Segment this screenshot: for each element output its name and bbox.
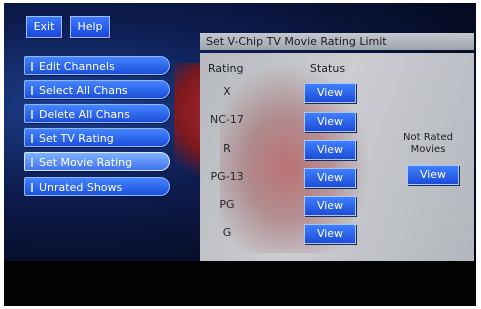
- tv-screen: Exit Help Edit Channels Select All Chans…: [4, 3, 476, 306]
- view-button-r[interactable]: View: [304, 140, 356, 160]
- menu-item-set-tv-rating[interactable]: Set TV Rating: [24, 128, 170, 147]
- rating-label-r: R: [223, 142, 231, 155]
- view-button-nc17[interactable]: View: [304, 112, 356, 132]
- menu-item-delete-all-chans[interactable]: Delete All Chans: [24, 104, 170, 123]
- rating-column-header: Rating: [208, 62, 244, 75]
- menu-item-set-movie-rating[interactable]: Set Movie Rating: [24, 152, 170, 171]
- status-column-header: Status: [310, 62, 346, 75]
- menu-item-select-all-chans[interactable]: Select All Chans: [24, 80, 170, 99]
- rating-label-pg13: PG-13: [210, 170, 244, 183]
- rating-label-nc17: NC-17: [210, 113, 244, 126]
- rating-panel: Rating Status X NC-17 R PG-13 PG G View …: [200, 53, 474, 261]
- rating-label-x: X: [223, 85, 231, 98]
- panel-title: Set V-Chip TV Movie Rating Limit: [200, 33, 474, 50]
- not-rated-label: Not Rated: [403, 132, 453, 143]
- view-button-pg13[interactable]: View: [304, 168, 356, 188]
- help-button[interactable]: Help: [70, 16, 110, 38]
- view-button-g[interactable]: View: [304, 224, 356, 244]
- rating-label-g: G: [222, 226, 232, 239]
- menu-item-unrated-shows[interactable]: Unrated Shows: [24, 177, 170, 196]
- exit-button[interactable]: Exit: [26, 16, 62, 38]
- bottom-bar: [4, 261, 476, 306]
- not-rated-movies-label: Movies: [410, 144, 446, 155]
- rating-label-pg: PG: [219, 198, 235, 211]
- view-button-not-rated[interactable]: View: [407, 165, 459, 185]
- menu-item-edit-channels[interactable]: Edit Channels: [24, 56, 170, 75]
- view-button-x[interactable]: View: [304, 83, 356, 103]
- view-button-pg[interactable]: View: [304, 196, 356, 216]
